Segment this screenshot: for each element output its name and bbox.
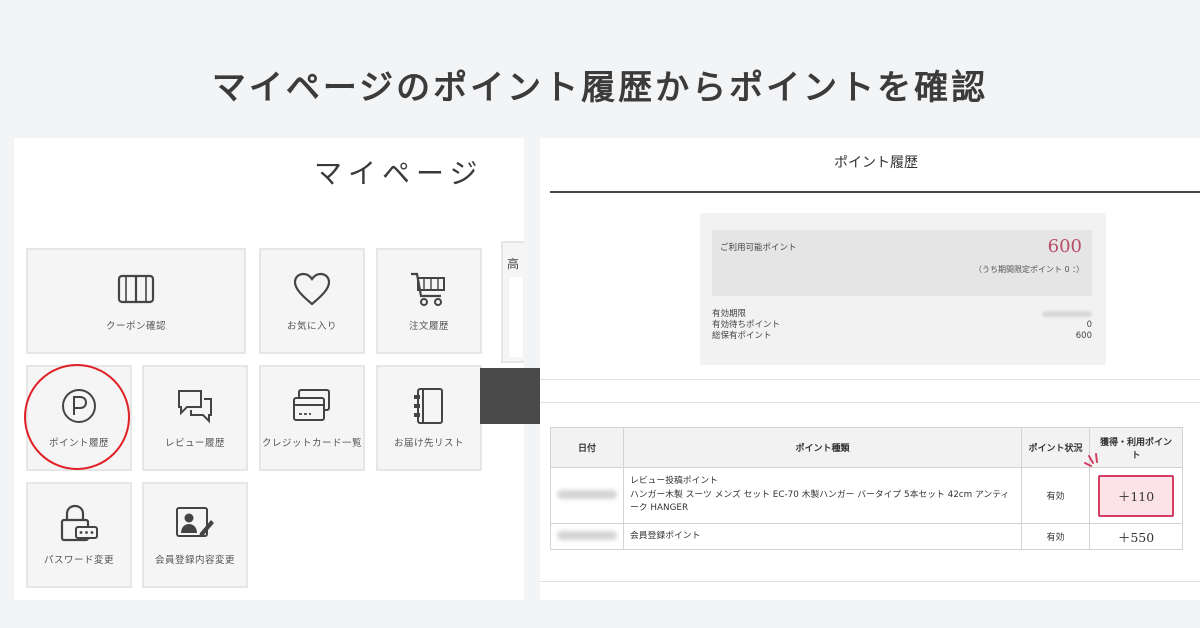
pending-value: 0	[1086, 320, 1092, 330]
point-status: 有効	[1021, 467, 1090, 524]
chat-bubbles-icon	[173, 384, 217, 428]
address-book-icon	[407, 384, 451, 428]
table-row: 会員登録ポイント 有効 ＋550	[550, 523, 1183, 550]
profile-edit-tile[interactable]: 会員登録内容変更	[142, 482, 248, 588]
favorites-label: お気に入り	[286, 321, 337, 333]
profile-edit-icon	[173, 501, 217, 545]
available-points-label: ご利用可能ポイント	[720, 243, 797, 253]
pending-row: 有効待ちポイント 0	[712, 320, 1092, 331]
pending-label: 有効待ちポイント	[712, 320, 781, 330]
point-history-panel: ポイント履歴 ご利用可能ポイント 600 （うち期間限定ポイント 0 ：） 有効…	[540, 138, 1200, 600]
lock-icon	[57, 501, 101, 545]
address-list-label: お届け先リスト	[393, 438, 464, 450]
limited-points-note: （うち期間限定ポイント 0 ：）	[974, 265, 1085, 274]
order-history-label: 注文履歴	[408, 321, 449, 333]
date-blurred	[557, 489, 617, 499]
partial-tile-label: 高	[507, 257, 520, 271]
header-points: 獲得・利用ポイント	[1089, 427, 1183, 468]
date-blurred	[557, 530, 617, 540]
section-band	[540, 379, 1200, 403]
header-date: 日付	[550, 427, 624, 468]
available-points-value: 600	[1047, 236, 1082, 257]
address-list-tile[interactable]: お届け先リスト	[376, 365, 482, 471]
panel-bottom-rule	[540, 581, 1200, 582]
available-points-box: ご利用可能ポイント 600 （うち期間限定ポイント 0 ：）	[712, 230, 1092, 296]
point-p-icon	[57, 384, 101, 428]
points-summary: ご利用可能ポイント 600 （うち期間限定ポイント 0 ：） 有効期限 有効待ち…	[700, 213, 1106, 365]
total-value: 600	[1075, 331, 1092, 341]
credit-card-icon	[290, 384, 334, 428]
credit-card-tile[interactable]: クレジットカード一覧	[259, 365, 365, 471]
header-status: ポイント状況	[1021, 427, 1090, 468]
point-type-detail: ハンガー木製 スーツ メンズ セット EC-70 木製ハンガー バータイプ 5本…	[630, 489, 1010, 514]
header-type: ポイント種類	[623, 427, 1022, 468]
order-history-tile[interactable]: 注文履歴	[376, 248, 482, 354]
heart-icon	[290, 267, 334, 311]
expiry-label: 有効期限	[712, 309, 747, 319]
mypage-title: マイページ	[314, 157, 484, 190]
credit-card-label: クレジットカード一覧	[261, 438, 362, 450]
point-status: 有効	[1021, 523, 1090, 550]
cart-icon	[407, 267, 451, 311]
point-type-title: レビュー投稿ポイント	[630, 476, 718, 487]
points-value: ＋550	[1089, 523, 1183, 550]
point-history-tile[interactable]: ポイント履歴	[26, 365, 132, 471]
headline: マイページのポイント履歴からポイントを確認	[211, 68, 989, 108]
expiry-value-blurred	[1042, 311, 1092, 317]
coupon-tile[interactable]: クーポン確認	[26, 248, 246, 354]
emphasis-marks-icon	[1084, 453, 1098, 467]
favorites-tile[interactable]: お気に入り	[259, 248, 365, 354]
point-history-table: 日付 ポイント種類 ポイント状況 獲得・利用ポイント レビュー投稿ポイント ハン…	[550, 427, 1183, 550]
password-change-label: パスワード変更	[43, 555, 114, 567]
total-row: 総保有ポイント 600	[712, 331, 1092, 342]
review-history-label: レビュー履歴	[164, 438, 225, 450]
divider	[550, 191, 1200, 193]
point-history-label: ポイント履歴	[48, 438, 109, 450]
profile-edit-label: 会員登録内容変更	[154, 555, 235, 567]
point-type-title: 会員登録ポイント	[630, 530, 701, 541]
mypage-panel: マイページ クーポン確認 お気に入り 注文履歴 ポイント履歴 レビュー履歴 クレ…	[14, 138, 524, 600]
table-row: レビュー投稿ポイント ハンガー木製 スーツ メンズ セット EC-70 木製ハン…	[550, 467, 1183, 524]
password-change-tile[interactable]: パスワード変更	[26, 482, 132, 588]
coupon-book-icon	[114, 267, 158, 311]
total-label: 総保有ポイント	[712, 331, 772, 341]
coupon-label: クーポン確認	[105, 321, 166, 333]
expiry-row: 有効期限	[712, 309, 1092, 320]
point-history-title: ポイント履歴	[834, 155, 918, 171]
points-highlight-box: ＋110	[1098, 474, 1174, 517]
review-history-tile[interactable]: レビュー履歴	[142, 365, 248, 471]
